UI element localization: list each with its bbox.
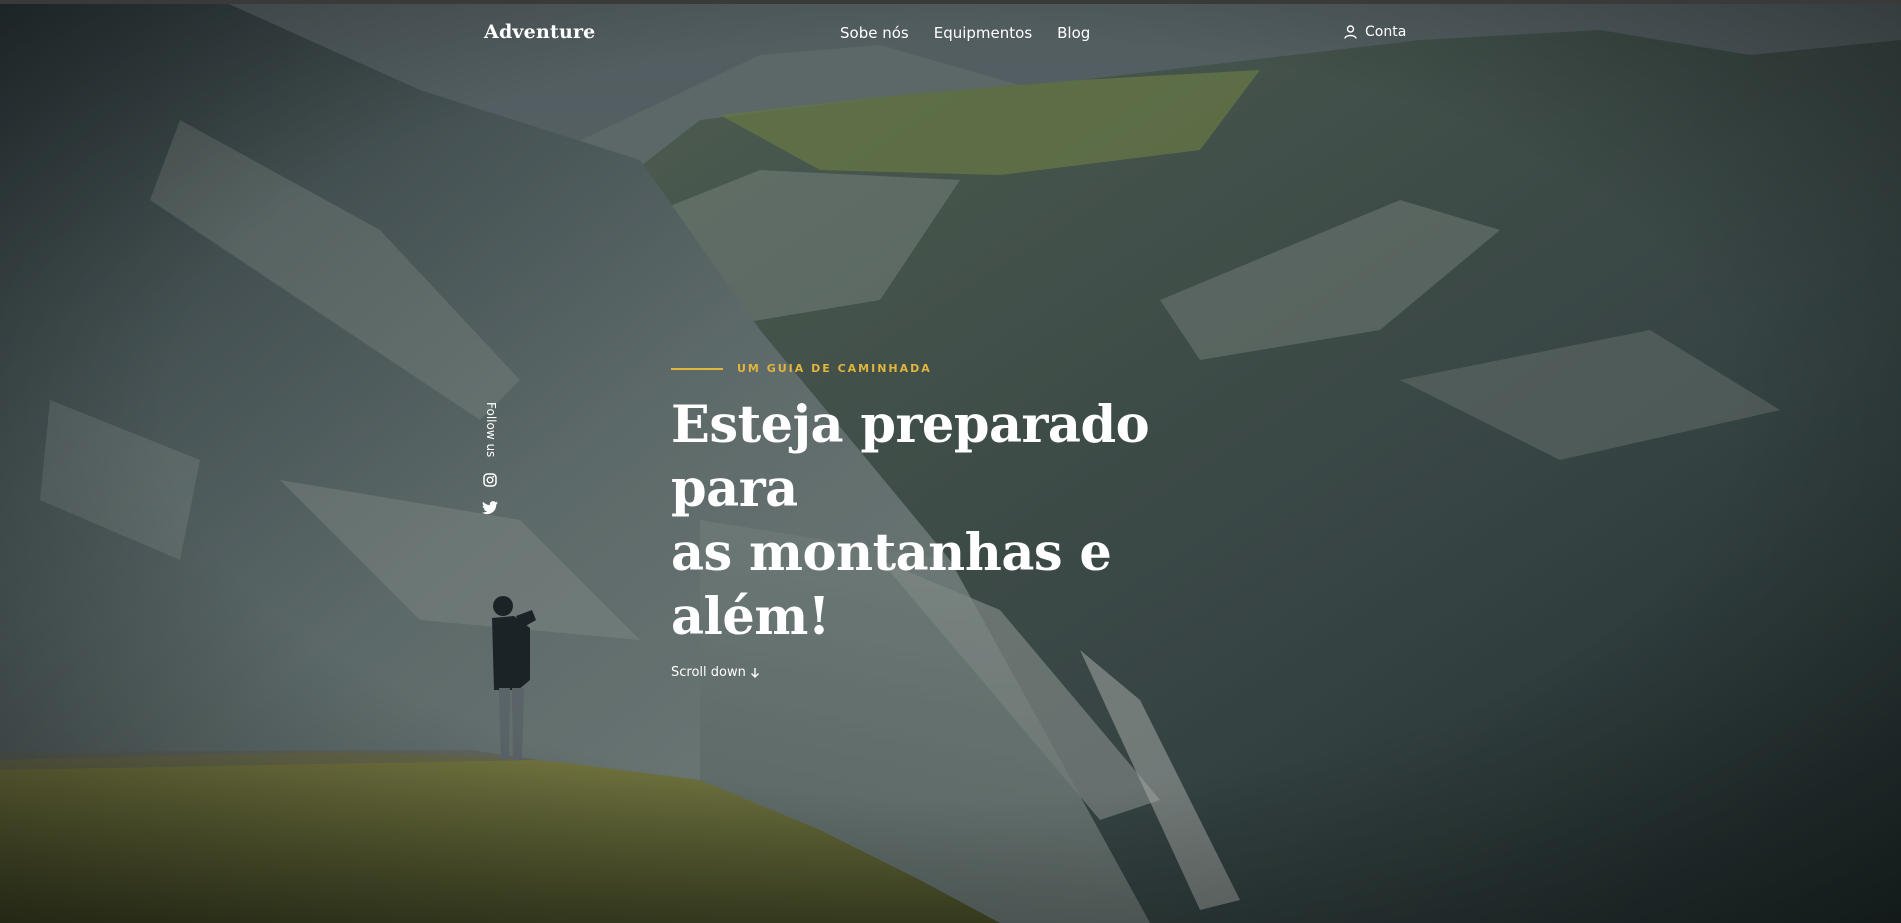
follow-us-label: Follow us [484, 402, 498, 458]
account-label: Conta [1365, 24, 1407, 40]
top-border [0, 0, 1901, 4]
hero-content: UM GUIA DE CAMINHADA Esteja preparado pa… [671, 362, 1231, 680]
headline-line-1: Esteja preparado para [671, 395, 1150, 519]
hero-headline: Esteja preparado para as montanhas e alé… [671, 393, 1231, 649]
main-nav: Sobe nós Equipmentos Blog [840, 24, 1090, 42]
instagram-icon[interactable] [483, 473, 497, 487]
hero-eyebrow: UM GUIA DE CAMINHADA [671, 362, 1231, 375]
site-header: Adventure Sobe nós Equipmentos Blog Cont… [0, 0, 1901, 70]
twitter-icon[interactable] [482, 501, 498, 515]
nav-link-sobre-nos[interactable]: Sobe nós [840, 24, 909, 42]
scroll-down-label: Scroll down [671, 665, 746, 680]
account-link[interactable]: Conta [1344, 24, 1406, 40]
user-icon [1344, 25, 1357, 39]
headline-line-2: as montanhas e além! [671, 523, 1112, 647]
nav-link-equipamentos[interactable]: Equipmentos [934, 24, 1032, 42]
arrow-down-icon [750, 667, 759, 678]
logo[interactable]: Adventure [484, 21, 595, 43]
eyebrow-text: UM GUIA DE CAMINHADA [737, 362, 932, 375]
accent-line [671, 367, 723, 370]
nav-link-blog[interactable]: Blog [1057, 24, 1090, 42]
scroll-down-link[interactable]: Scroll down [671, 665, 1231, 680]
